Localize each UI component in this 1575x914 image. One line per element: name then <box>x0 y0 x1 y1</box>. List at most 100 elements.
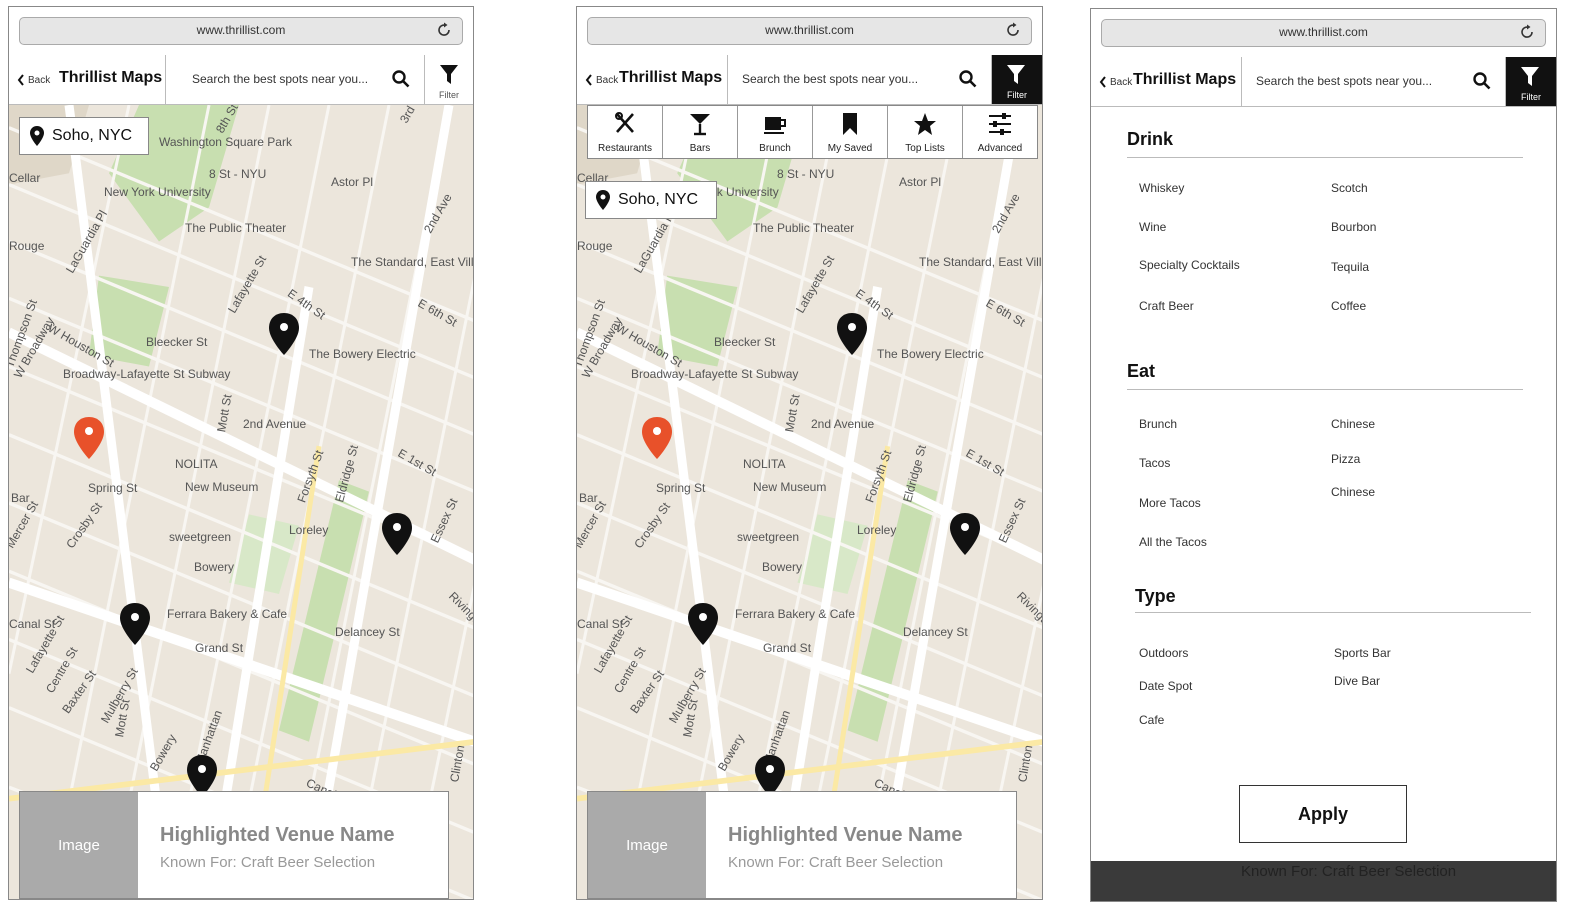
category-brunch[interactable]: Brunch <box>738 106 813 158</box>
filter-option[interactable]: Tequila <box>1331 260 1369 274</box>
back-button[interactable]: Back <box>1099 76 1132 88</box>
url-text: www.thrillist.com <box>196 23 286 37</box>
section-title: Drink <box>1127 129 1174 149</box>
sliders-icon <box>989 113 1011 135</box>
venue-pin[interactable] <box>382 513 412 555</box>
filter-button[interactable]: Filter <box>992 55 1042 104</box>
venue-known-for: Known For: Craft Beer Selection <box>1241 863 1457 880</box>
category-bar: Restaurants Bars Brunch My Saved Top Lis… <box>587 105 1038 159</box>
filter-button[interactable]: Filter <box>425 55 473 104</box>
search-bar[interactable]: Search the best spots near you... <box>1241 57 1506 106</box>
filter-option[interactable]: Date Spot <box>1139 679 1192 693</box>
reload-icon[interactable] <box>436 22 452 38</box>
filter-option[interactable]: Bourbon <box>1331 220 1376 234</box>
filter-icon <box>440 65 458 84</box>
section-divider <box>1127 389 1523 390</box>
filter-option[interactable]: Whiskey <box>1139 181 1184 195</box>
location-label: Soho, NYC <box>618 191 699 208</box>
map-tiles <box>9 105 473 899</box>
search-input[interactable]: Search the best spots near you... <box>742 72 918 86</box>
screen-filter: www.thrillist.com Back Thrillist Maps Se… <box>1090 8 1557 902</box>
venue-image: Image <box>20 792 138 898</box>
cocktail-glass-icon <box>690 114 710 136</box>
venue-pin[interactable] <box>950 513 980 555</box>
chevron-left-icon <box>17 74 24 86</box>
filter-label: Filter <box>1007 90 1027 100</box>
venue-pin[interactable] <box>837 313 867 355</box>
filter-option[interactable]: Coffee <box>1331 299 1366 313</box>
star-icon <box>914 113 936 135</box>
filter-option[interactable]: Pizza <box>1331 452 1360 466</box>
filter-option[interactable]: Wine <box>1139 220 1166 234</box>
filter-option[interactable]: Chinese <box>1331 417 1375 431</box>
filter-option[interactable]: Scotch <box>1331 181 1368 195</box>
url-text: www.thrillist.com <box>1279 25 1368 39</box>
venue-known-for: Known For: Craft Beer Selection <box>728 854 944 871</box>
category-bars[interactable]: Bars <box>663 106 738 158</box>
chevron-left-icon <box>1099 76 1106 88</box>
filter-option[interactable]: Chinese <box>1331 485 1375 499</box>
filter-icon <box>1007 65 1025 84</box>
venue-image: Image <box>588 792 706 898</box>
filter-option[interactable]: Outdoors <box>1139 646 1188 660</box>
filter-option[interactable]: Craft Beer <box>1139 299 1194 313</box>
filter-option[interactable]: Cafe <box>1139 713 1164 727</box>
search-icon[interactable] <box>1473 72 1491 90</box>
chevron-left-icon <box>585 74 592 86</box>
dimmed-venue-card: Known For: Craft Beer Selection <box>1091 861 1556 901</box>
search-icon[interactable] <box>392 70 410 88</box>
venue-pin[interactable] <box>269 313 299 355</box>
filter-option[interactable]: Dive Bar <box>1334 674 1380 688</box>
section-title: Type <box>1135 586 1176 606</box>
selected-venue-pin[interactable] <box>642 417 672 459</box>
url-field[interactable]: www.thrillist.com <box>19 17 463 45</box>
search-input[interactable]: Search the best spots near you... <box>1256 74 1432 88</box>
search-input[interactable]: Search the best spots near you... <box>192 72 368 86</box>
url-field[interactable]: www.thrillist.com <box>587 17 1032 45</box>
category-advanced[interactable]: Advanced <box>963 106 1037 158</box>
back-button[interactable]: Back <box>585 74 618 86</box>
screen-map: www.thrillist.com Back Thrillist Maps Se… <box>8 6 474 900</box>
venue-known-for: Known For: Craft Beer Selection <box>160 854 376 871</box>
search-icon[interactable] <box>959 70 977 88</box>
app-title: Thrillist Maps <box>1133 71 1237 88</box>
apply-button[interactable]: Apply <box>1239 785 1407 843</box>
app-header: Back Thrillist Maps Search the best spot… <box>9 55 473 105</box>
filter-label: Filter <box>1521 92 1541 102</box>
category-label: Bars <box>689 143 711 154</box>
browser-bar: www.thrillist.com <box>1091 9 1556 58</box>
map-view[interactable]: ClintonCanal StManhattanBoweryMott StMul… <box>9 105 473 899</box>
venue-card[interactable]: Image Highlighted Venue Name Known For: … <box>587 791 1017 899</box>
venue-pin[interactable] <box>688 603 718 645</box>
back-label: Back <box>28 74 51 86</box>
selected-venue-pin[interactable] <box>74 417 104 459</box>
url-field[interactable]: www.thrillist.com <box>1101 19 1546 47</box>
search-bar[interactable]: Search the best spots near you... <box>165 55 425 104</box>
venue-card[interactable]: Image Highlighted Venue Name Known For: … <box>19 791 449 899</box>
coffee-cup-icon <box>764 117 786 134</box>
map-view[interactable]: ClintonCanal StManhattanBoweryMott StMul… <box>577 105 1042 899</box>
reload-icon[interactable] <box>1005 22 1021 38</box>
bookmark-icon <box>843 113 857 135</box>
reload-icon[interactable] <box>1519 24 1535 40</box>
filter-option[interactable]: Brunch <box>1139 417 1177 431</box>
back-button[interactable]: Back <box>17 74 50 86</box>
category-restaurants[interactable]: Restaurants <box>588 106 663 158</box>
filter-label: Filter <box>439 90 459 100</box>
app-title: Thrillist Maps <box>619 69 723 86</box>
category-top-lists[interactable]: Top Lists <box>888 106 963 158</box>
category-label: My Saved <box>827 143 873 154</box>
app-header: Back Thrillist Maps Search the best spot… <box>577 55 1042 105</box>
filter-option[interactable]: More Tacos <box>1139 496 1201 510</box>
filter-option[interactable]: Specialty Cocktails <box>1139 258 1240 272</box>
filter-option[interactable]: All the Tacos <box>1139 535 1207 549</box>
venue-pin[interactable] <box>120 603 150 645</box>
venue-name: Highlighted Venue Name <box>160 824 395 846</box>
filter-option[interactable]: Tacos <box>1139 456 1170 470</box>
category-my-saved[interactable]: My Saved <box>813 106 888 158</box>
location-chip[interactable]: Soho, NYC <box>19 117 149 155</box>
location-chip[interactable]: Soho, NYC <box>585 181 717 219</box>
search-bar[interactable]: Search the best spots near you... <box>727 55 992 104</box>
filter-option[interactable]: Sports Bar <box>1334 646 1391 660</box>
filter-button[interactable]: Filter <box>1506 57 1556 106</box>
